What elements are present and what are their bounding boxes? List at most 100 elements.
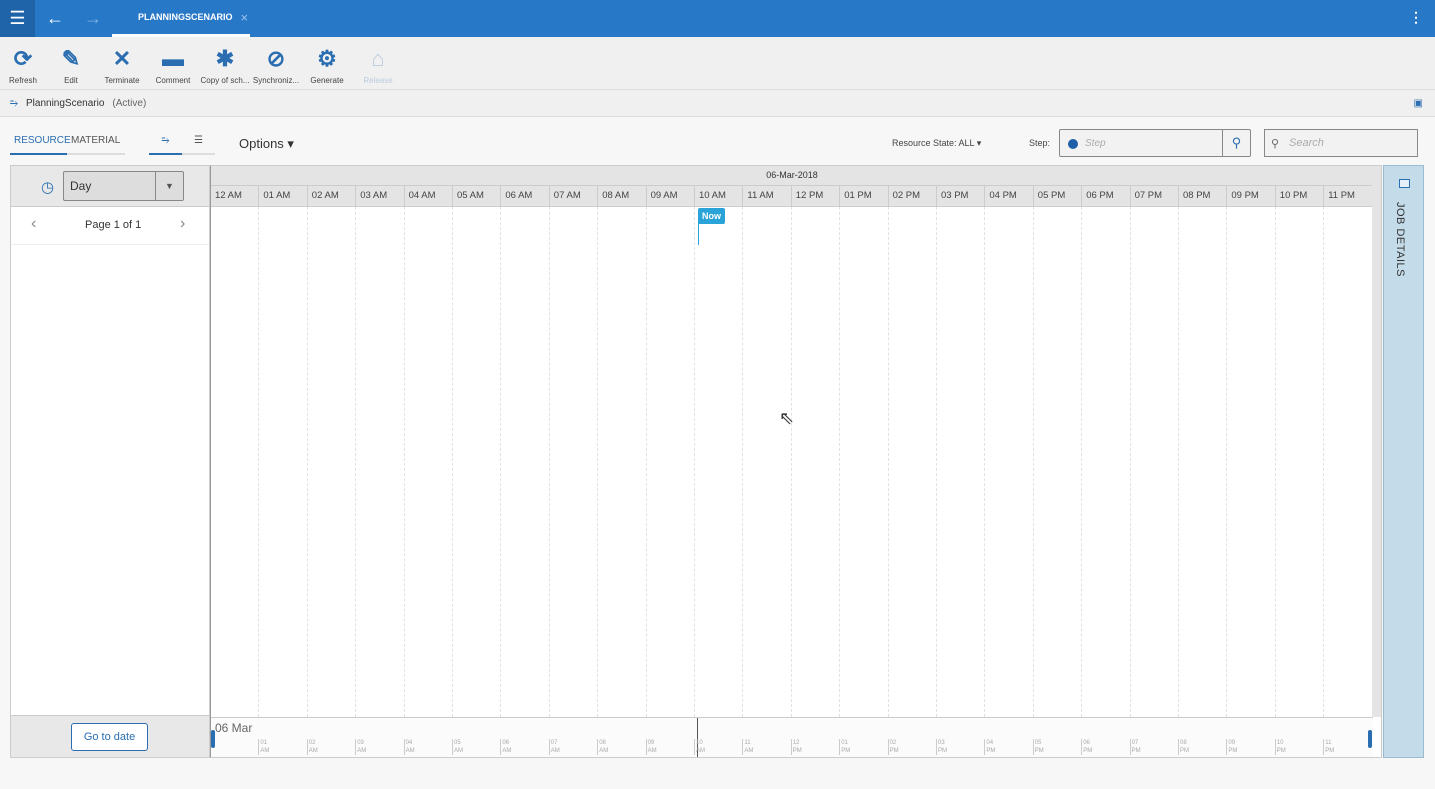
mini-tick-period: PM	[1276, 748, 1286, 754]
mini-tick-hour: 09	[1228, 740, 1236, 746]
hour-gridline	[403, 207, 405, 717]
toolbar-edit-button[interactable]: ✎ Edit	[45, 47, 97, 86]
tab-material[interactable]: MATERIAL	[67, 135, 125, 155]
top-bar: ☰ ← → PLANNINGSCENARIO × ⋮	[0, 0, 1435, 37]
forward-icon[interactable]: →	[84, 8, 102, 29]
hour-label: 09 PM	[1227, 186, 1276, 207]
tab-label: PLANNINGSCENARIO	[138, 12, 233, 22]
mini-tick: 12 PM	[790, 739, 802, 755]
go-to-date-button[interactable]: Go to date	[71, 723, 148, 751]
mini-tick: 07 AM	[548, 739, 560, 755]
gantt-view-icon[interactable]: ⥱	[149, 135, 182, 155]
hour-label: 02 AM	[308, 186, 357, 207]
toolbar-label: Comment	[155, 76, 191, 85]
hour-gridline	[1032, 207, 1034, 717]
close-icon[interactable]: ×	[241, 10, 249, 25]
hour-label: 06 AM	[501, 186, 550, 207]
mini-tick-hour: 01	[260, 740, 268, 746]
mini-tick: 08 PM	[1178, 739, 1189, 755]
toolbar-label: Terminate	[104, 76, 140, 85]
panel-icon[interactable]: ▣	[1414, 98, 1423, 109]
toolbar-generate-button[interactable]: ⚙ Generate	[301, 47, 353, 86]
hour-gridline	[1226, 207, 1228, 717]
hour-gridline	[258, 207, 260, 717]
scrollbar[interactable]	[1372, 166, 1381, 717]
range-handle-left[interactable]	[211, 730, 215, 748]
resource-state-dropdown[interactable]: Resource State: ALL ▾	[892, 138, 981, 149]
mini-tick-period: PM	[1083, 748, 1093, 754]
control-bar: RESOURCE MATERIAL ⥱ ☰ Options ▾ Resource…	[0, 118, 1435, 164]
mini-tick: 02 PM	[887, 739, 899, 755]
mini-tick-period: AM	[454, 748, 463, 754]
hour-gridline	[839, 207, 841, 717]
hour-gridline	[1274, 207, 1276, 717]
toolbar-label: Generate	[310, 76, 344, 85]
mini-tick: 10 PM	[1274, 739, 1286, 755]
mini-tick: 11 AM	[742, 739, 753, 755]
hour-gridline	[500, 207, 502, 717]
toolbar-comment-button[interactable]: ▬ Comment	[147, 47, 199, 86]
hour-label: 11 AM	[743, 186, 792, 207]
hour-label: 07 PM	[1131, 186, 1179, 207]
hour-label: 01 PM	[840, 186, 889, 207]
hour-label: 03 AM	[356, 186, 405, 207]
gantt-chart: 06-Mar-2018 12 AM 01 AM 02 AM 03 AM 04 AM 05 …	[210, 165, 1382, 758]
mini-tick: 09 PM	[1226, 739, 1237, 755]
mini-tick-hour: 03	[938, 740, 945, 746]
hour-gridline	[355, 207, 357, 717]
scale-dropdown[interactable]: Day ▼	[63, 171, 184, 201]
hour-gridline	[1081, 207, 1083, 717]
tab-planningscenario[interactable]: PLANNINGSCENARIO ×	[112, 0, 250, 37]
job-details-title: JOB DETAILS	[1394, 202, 1406, 277]
hour-label: 05 AM	[453, 186, 502, 207]
options-dropdown[interactable]: Options ▾	[239, 136, 294, 152]
clock-icon: ◷	[41, 179, 55, 196]
mini-tick: 05 PM	[1032, 739, 1044, 755]
menu-icon[interactable]: ☰	[0, 0, 35, 37]
tab-resource[interactable]: RESOURCE	[10, 135, 71, 155]
mouse-cursor-icon: ⇖	[779, 408, 795, 428]
mini-tick-period: AM	[550, 748, 560, 754]
range-handle-right[interactable]	[1368, 730, 1372, 748]
more-icon[interactable]: ⋮	[1409, 9, 1423, 26]
mini-tick: 06 PM	[1081, 739, 1092, 755]
search-icon: ⚲	[1271, 138, 1280, 150]
mini-tick: 03 AM	[355, 739, 366, 755]
toolbar-synchroniz-button[interactable]: ⊘ Synchroniz...	[250, 47, 302, 86]
mini-timeline[interactable]: 06 Mar 01 AM 02 AM 03 AM 04 AM 05 AM 06 AM 07 AM 08 AM 0…	[211, 717, 1373, 757]
hour-gridline	[1323, 207, 1325, 717]
hour-gridline	[452, 207, 453, 717]
mini-tick-hour: 10	[1276, 740, 1284, 746]
now-line	[698, 221, 699, 245]
expand-panel-icon[interactable]	[1399, 179, 1410, 188]
hour-label: 08 PM	[1179, 186, 1228, 207]
search-input[interactable]: ⚲ Search	[1264, 129, 1418, 157]
mini-tick-period: AM	[502, 748, 512, 754]
mini-tick-period: AM	[260, 748, 270, 754]
mini-tick-hour: 07	[1131, 740, 1139, 746]
toolbar-refresh-button[interactable]: ⟳ Refresh	[0, 47, 49, 86]
mini-tick-period: AM	[744, 748, 754, 754]
toolbar-copy-of-sch-button[interactable]: ✱ Copy of sch...	[199, 47, 251, 86]
mini-tick: 10 AM	[694, 739, 705, 755]
toolbar-terminate-button[interactable]: ✕ Terminate	[96, 47, 148, 86]
mini-tick-hour: 04	[986, 740, 994, 746]
list-view-icon[interactable]: ☰	[182, 135, 215, 155]
mini-tick: 07 PM	[1129, 739, 1141, 755]
hour-gridline	[645, 207, 647, 717]
prev-page-button[interactable]: ‹	[31, 215, 36, 233]
now-marker: Now	[698, 208, 725, 224]
step-input[interactable]: Step ⚲	[1059, 129, 1251, 157]
hour-label: 05 PM	[1034, 186, 1083, 207]
mini-tick: 01 PM	[839, 739, 850, 755]
mini-tick-period: PM	[889, 748, 899, 754]
mini-tick-period: PM	[938, 748, 947, 754]
mini-tick-hour: 06	[502, 740, 510, 746]
mini-tick: 03 PM	[936, 739, 947, 755]
job-details-panel[interactable]: JOB DETAILS	[1383, 165, 1424, 758]
next-page-button[interactable]: ›	[180, 215, 185, 233]
back-icon[interactable]: ←	[46, 8, 64, 29]
hour-label: 10 PM	[1276, 186, 1325, 207]
search-icon[interactable]: ⚲	[1222, 130, 1250, 156]
mini-tick-period: PM	[1180, 748, 1189, 754]
